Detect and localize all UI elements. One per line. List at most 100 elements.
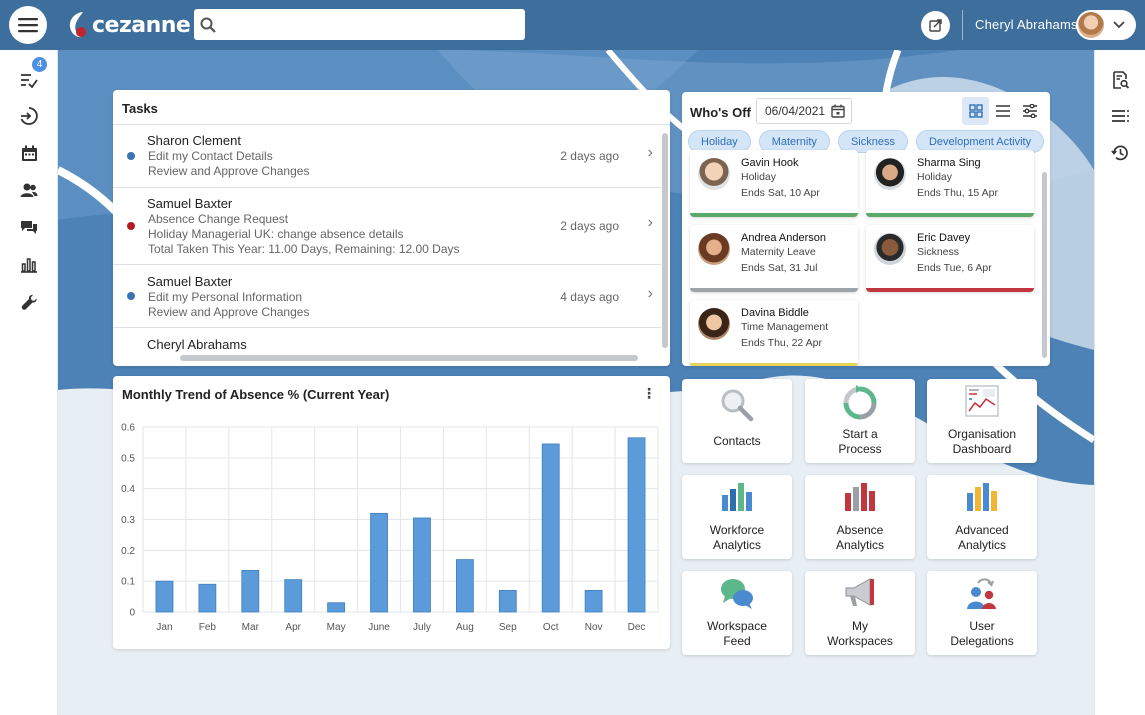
- tile-my-workspaces[interactable]: My Workspaces: [805, 571, 915, 655]
- tile-label: Absence: [836, 523, 884, 537]
- tile-label: Workforce: [709, 523, 765, 537]
- people-icon: [20, 183, 38, 197]
- bar: [455, 559, 474, 613]
- tasks-nav-button[interactable]: [19, 70, 39, 90]
- tile-label: Workspace: [707, 619, 767, 633]
- grid-view-button[interactable]: [962, 97, 989, 125]
- external-link-icon: [929, 19, 942, 32]
- x-tick-label: Oct: [543, 622, 559, 633]
- task-item[interactable]: Sharon Clement Edit my Contact Details R…: [113, 125, 661, 188]
- calendar-nav-button[interactable]: [19, 143, 39, 163]
- x-tick-label: Mar: [242, 622, 260, 633]
- task-assignee: Sharon Clement: [147, 133, 241, 148]
- tile-absence-analytics[interactable]: Absence Analytics: [805, 475, 915, 559]
- messages-nav-button[interactable]: [19, 217, 39, 237]
- person-name: Eric Davey: [917, 232, 971, 244]
- task-detail: Absence Change Request: [148, 212, 289, 226]
- x-tick-label: May: [327, 622, 346, 633]
- history-button[interactable]: [1110, 143, 1130, 163]
- person-photo: [698, 308, 730, 340]
- task-item[interactable]: Samuel Baxter Edit my Personal Informati…: [113, 265, 661, 328]
- chart-icon: [21, 258, 37, 273]
- tasks-horizontal-scrollbar[interactable]: [180, 355, 638, 361]
- absence-person-card[interactable]: Sharma Sing Holiday Ends Thu, 15 Apr: [866, 150, 1034, 217]
- search-box[interactable]: [194, 9, 525, 40]
- dashboard-icon: [927, 385, 1037, 417]
- absence-person-card[interactable]: Andrea Anderson Maternity Leave Ends Sat…: [690, 225, 858, 292]
- absence-end: Ends Tue, 6 Apr: [917, 262, 992, 274]
- status-stripe: [690, 288, 858, 292]
- tile-label: Organisation: [947, 427, 1017, 441]
- x-tick-label: Jan: [156, 622, 172, 633]
- absence-person-card[interactable]: Eric Davey Sickness Ends Tue, 6 Apr: [866, 225, 1034, 292]
- bar-chart-yellow-icon: [927, 481, 1037, 513]
- magnifier-icon: [682, 387, 792, 423]
- tile-workforce-analytics[interactable]: Workforce Analytics: [682, 475, 792, 559]
- task-detail: Total Taken This Year: 11.00 Days, Remai…: [148, 242, 460, 256]
- left-nav-rail: 4: [0, 50, 58, 715]
- bar: [627, 437, 646, 613]
- task-detail: Review and Approve Changes: [148, 164, 310, 178]
- tile-label: Workspaces: [827, 634, 893, 648]
- tasks-vertical-scrollbar[interactable]: [662, 133, 668, 348]
- task-item[interactable]: Samuel Baxter Absence Change Request Hol…: [113, 188, 661, 265]
- reports-nav-button[interactable]: [19, 255, 39, 275]
- user-menu-button[interactable]: [1076, 10, 1136, 40]
- topbar-divider: [962, 10, 963, 40]
- bar: [241, 569, 260, 613]
- user-name: Cheryl Abrahams: [975, 17, 1078, 32]
- view-toggle-group: [962, 97, 1043, 125]
- clock-in-nav-button[interactable]: [19, 106, 39, 126]
- tile-label: Delegations: [950, 634, 1014, 648]
- absence-type: Time Management: [741, 321, 829, 333]
- chevron-right-icon: ›: [647, 144, 653, 161]
- list-icon: [995, 105, 1010, 117]
- absence-end: Ends Thu, 15 Apr: [917, 187, 998, 199]
- hamburger-icon: [18, 18, 38, 33]
- list-view-button[interactable]: [989, 97, 1016, 125]
- chevron-right-icon: ›: [647, 214, 653, 231]
- absence-type: Holiday: [741, 171, 777, 183]
- y-tick-label: 0.5: [121, 453, 135, 464]
- whos-off-scrollbar[interactable]: [1042, 172, 1047, 358]
- tile-label: Analytics: [835, 538, 885, 552]
- tile-start-process[interactable]: Start a Process: [805, 379, 915, 463]
- whos-off-card: Who's Off 06/04/2021 Holiday Maternity S…: [682, 92, 1050, 366]
- tile-workspace-feed[interactable]: Workspace Feed: [682, 571, 792, 655]
- tile-organisation-dashboard[interactable]: Organisation Dashboard: [927, 379, 1037, 463]
- tile-label: Advanced: [955, 523, 1009, 537]
- people-nav-button[interactable]: [19, 180, 39, 200]
- absence-person-card[interactable]: Gavin Hook Holiday Ends Sat, 10 Apr: [690, 150, 858, 217]
- search-input[interactable]: [222, 9, 512, 40]
- hamburger-menu-button[interactable]: [9, 6, 47, 44]
- login-icon: [20, 107, 38, 125]
- bar: [541, 443, 560, 613]
- document-search-icon: [1112, 71, 1129, 89]
- y-tick-label: 0.6: [121, 423, 135, 434]
- tile-advanced-analytics[interactable]: Advanced Analytics: [927, 475, 1037, 559]
- absence-end: Ends Sat, 31 Jul: [741, 262, 818, 274]
- tile-label: My: [852, 619, 868, 633]
- task-age: 2 days ago: [560, 219, 619, 233]
- filter-settings-button[interactable]: [1016, 97, 1043, 125]
- absence-person-card[interactable]: Davina Biddle Time Management Ends Thu, …: [690, 300, 858, 366]
- date-picker[interactable]: 06/04/2021: [756, 98, 852, 124]
- list-view-button[interactable]: [1110, 106, 1130, 126]
- tasks-title: Tasks: [122, 101, 158, 116]
- x-tick-label: Apr: [285, 622, 301, 633]
- absence-bar-chart: 0 0.1 0.2 0.3 0.4 0.5 0.6 Jan Feb Mar Apr May June Ju…: [121, 423, 659, 633]
- settings-nav-button[interactable]: [19, 292, 39, 312]
- calendar-icon: [21, 145, 37, 161]
- logo-mark-icon: [69, 12, 86, 38]
- chat-bubbles-icon: [682, 576, 792, 610]
- status-stripe: [866, 288, 1034, 292]
- tile-user-delegations[interactable]: User Delegations: [927, 571, 1037, 655]
- document-search-button[interactable]: [1110, 70, 1130, 90]
- cezanne-logo[interactable]: cezanne: [68, 9, 191, 41]
- task-detail: Holiday Managerial UK: change absence de…: [148, 227, 404, 241]
- absence-trend-card: Monthly Trend of Absence % (Current Year…: [113, 376, 670, 649]
- absence-type: Maternity Leave: [741, 246, 816, 258]
- open-external-button[interactable]: [921, 11, 950, 40]
- tile-contacts[interactable]: Contacts: [682, 379, 792, 463]
- y-tick-label: 0.2: [121, 546, 135, 557]
